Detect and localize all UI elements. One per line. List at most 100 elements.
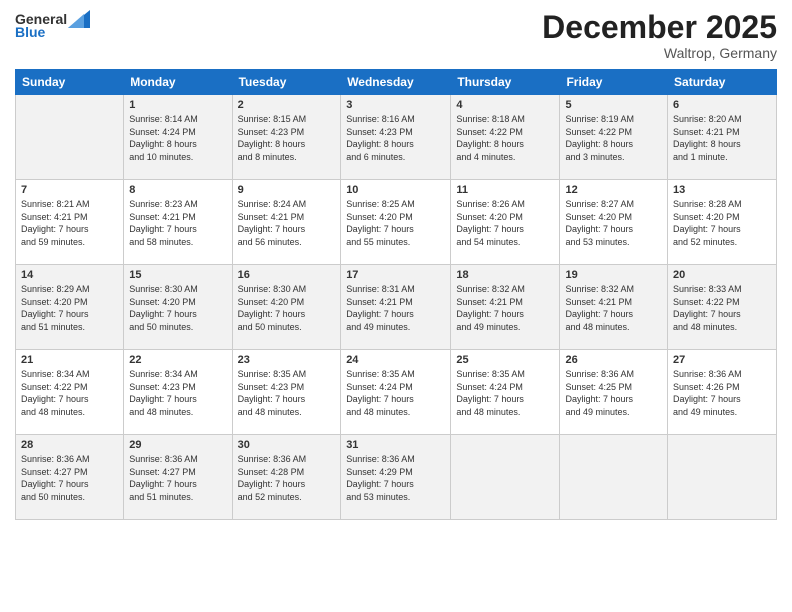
day-info: Sunrise: 8:14 AM Sunset: 4:24 PM Dayligh… <box>129 113 226 163</box>
day-number: 14 <box>21 269 118 281</box>
table-row: 19 Sunrise: 8:32 AM Sunset: 4:21 PM Dayli… <box>560 265 668 350</box>
day-number: 13 <box>673 184 771 196</box>
table-row: 22 Sunrise: 8:34 AM Sunset: 4:23 PM Dayli… <box>124 350 232 435</box>
location: Waltrop, Germany <box>542 45 777 61</box>
day-number: 22 <box>129 354 226 366</box>
day-info: Sunrise: 8:36 AM Sunset: 4:27 PM Dayligh… <box>129 453 226 503</box>
table-row <box>668 435 777 520</box>
day-number: 30 <box>238 439 336 451</box>
day-number: 29 <box>129 439 226 451</box>
table-row: 26 Sunrise: 8:36 AM Sunset: 4:25 PM Dayli… <box>560 350 668 435</box>
table-row: 21Sunrise: 8:34 AM Sunset: 4:22 PM Dayli… <box>16 350 124 435</box>
day-number: 21 <box>21 354 118 366</box>
logo-icon <box>68 10 90 28</box>
table-row: 1 Sunrise: 8:14 AM Sunset: 4:24 PM Daylig… <box>124 95 232 180</box>
day-number: 1 <box>129 99 226 111</box>
day-info: Sunrise: 8:36 AM Sunset: 4:28 PM Dayligh… <box>238 453 336 503</box>
day-info: Sunrise: 8:33 AM Sunset: 4:22 PM Dayligh… <box>673 283 771 333</box>
col-monday: Monday <box>124 70 232 95</box>
table-row: 20 Sunrise: 8:33 AM Sunset: 4:22 PM Dayli… <box>668 265 777 350</box>
day-number: 27 <box>673 354 771 366</box>
table-row: 24 Sunrise: 8:35 AM Sunset: 4:24 PM Dayli… <box>341 350 451 435</box>
day-number: 5 <box>565 99 662 111</box>
table-row <box>560 435 668 520</box>
calendar-week-row: 14 Sunrise: 8:29 AM Sunset: 4:20 PM Dayli… <box>16 265 777 350</box>
table-row: 14 Sunrise: 8:29 AM Sunset: 4:20 PM Dayli… <box>16 265 124 350</box>
day-info: Sunrise: 8:16 AM Sunset: 4:23 PM Dayligh… <box>346 113 445 163</box>
table-row: 27Sunrise: 8:36 AM Sunset: 4:26 PM Dayli… <box>668 350 777 435</box>
day-number: 23 <box>238 354 336 366</box>
day-info: Sunrise: 8:27 AM Sunset: 4:20 PM Dayligh… <box>565 198 662 248</box>
table-row: 2Sunrise: 8:15 AM Sunset: 4:23 PM Daylig… <box>232 95 341 180</box>
day-number: 9 <box>238 184 336 196</box>
day-info: Sunrise: 8:36 AM Sunset: 4:27 PM Dayligh… <box>21 453 118 503</box>
table-row: 12Sunrise: 8:27 AM Sunset: 4:20 PM Dayli… <box>560 180 668 265</box>
day-info: Sunrise: 8:36 AM Sunset: 4:25 PM Dayligh… <box>565 368 662 418</box>
day-number: 19 <box>565 269 662 281</box>
day-number: 11 <box>456 184 554 196</box>
calendar-header-row: Sunday Monday Tuesday Wednesday Thursday… <box>16 70 777 95</box>
header: General Blue December 2025 Waltrop, Germ… <box>15 10 777 61</box>
day-info: Sunrise: 8:34 AM Sunset: 4:23 PM Dayligh… <box>129 368 226 418</box>
day-info: Sunrise: 8:19 AM Sunset: 4:22 PM Dayligh… <box>565 113 662 163</box>
day-info: Sunrise: 8:31 AM Sunset: 4:21 PM Dayligh… <box>346 283 445 333</box>
table-row: 6 Sunrise: 8:20 AM Sunset: 4:21 PM Daylig… <box>668 95 777 180</box>
table-row: 15Sunrise: 8:30 AM Sunset: 4:20 PM Dayli… <box>124 265 232 350</box>
day-info: Sunrise: 8:35 AM Sunset: 4:24 PM Dayligh… <box>346 368 445 418</box>
table-row: 17 Sunrise: 8:31 AM Sunset: 4:21 PM Dayli… <box>341 265 451 350</box>
day-info: Sunrise: 8:18 AM Sunset: 4:22 PM Dayligh… <box>456 113 554 163</box>
table-row: 11 Sunrise: 8:26 AM Sunset: 4:20 PM Dayli… <box>451 180 560 265</box>
day-info: Sunrise: 8:25 AM Sunset: 4:20 PM Dayligh… <box>346 198 445 248</box>
table-row: 3 Sunrise: 8:16 AM Sunset: 4:23 PM Daylig… <box>341 95 451 180</box>
day-number: 31 <box>346 439 445 451</box>
day-number: 20 <box>673 269 771 281</box>
day-number: 26 <box>565 354 662 366</box>
day-info: Sunrise: 8:35 AM Sunset: 4:24 PM Dayligh… <box>456 368 554 418</box>
col-sunday: Sunday <box>16 70 124 95</box>
day-info: Sunrise: 8:32 AM Sunset: 4:21 PM Dayligh… <box>565 283 662 333</box>
day-number: 4 <box>456 99 554 111</box>
col-saturday: Saturday <box>668 70 777 95</box>
day-number: 18 <box>456 269 554 281</box>
table-row: 23 Sunrise: 8:35 AM Sunset: 4:23 PM Dayli… <box>232 350 341 435</box>
day-info: Sunrise: 8:26 AM Sunset: 4:20 PM Dayligh… <box>456 198 554 248</box>
col-tuesday: Tuesday <box>232 70 341 95</box>
day-info: Sunrise: 8:35 AM Sunset: 4:23 PM Dayligh… <box>238 368 336 418</box>
day-info: Sunrise: 8:30 AM Sunset: 4:20 PM Dayligh… <box>129 283 226 333</box>
table-row <box>451 435 560 520</box>
day-info: Sunrise: 8:30 AM Sunset: 4:20 PM Dayligh… <box>238 283 336 333</box>
page: General Blue December 2025 Waltrop, Germ… <box>0 0 792 612</box>
table-row: 16Sunrise: 8:30 AM Sunset: 4:20 PM Dayli… <box>232 265 341 350</box>
day-info: Sunrise: 8:20 AM Sunset: 4:21 PM Dayligh… <box>673 113 771 163</box>
calendar-week-row: 21Sunrise: 8:34 AM Sunset: 4:22 PM Dayli… <box>16 350 777 435</box>
calendar-week-row: 7 Sunrise: 8:21 AM Sunset: 4:21 PM Daylig… <box>16 180 777 265</box>
calendar-week-row: 28 Sunrise: 8:36 AM Sunset: 4:27 PM Dayli… <box>16 435 777 520</box>
day-info: Sunrise: 8:32 AM Sunset: 4:21 PM Dayligh… <box>456 283 554 333</box>
table-row <box>16 95 124 180</box>
table-row: 7 Sunrise: 8:21 AM Sunset: 4:21 PM Daylig… <box>16 180 124 265</box>
table-row: 29 Sunrise: 8:36 AM Sunset: 4:27 PM Dayli… <box>124 435 232 520</box>
day-info: Sunrise: 8:29 AM Sunset: 4:20 PM Dayligh… <box>21 283 118 333</box>
title-block: December 2025 Waltrop, Germany <box>542 10 777 61</box>
col-friday: Friday <box>560 70 668 95</box>
table-row: 18 Sunrise: 8:32 AM Sunset: 4:21 PM Dayli… <box>451 265 560 350</box>
table-row: 5 Sunrise: 8:19 AM Sunset: 4:22 PM Daylig… <box>560 95 668 180</box>
day-number: 17 <box>346 269 445 281</box>
calendar-week-row: 1 Sunrise: 8:14 AM Sunset: 4:24 PM Daylig… <box>16 95 777 180</box>
day-info: Sunrise: 8:21 AM Sunset: 4:21 PM Dayligh… <box>21 198 118 248</box>
table-row: 30 Sunrise: 8:36 AM Sunset: 4:28 PM Dayli… <box>232 435 341 520</box>
table-row: 10Sunrise: 8:25 AM Sunset: 4:20 PM Dayli… <box>341 180 451 265</box>
day-number: 3 <box>346 99 445 111</box>
day-number: 7 <box>21 184 118 196</box>
day-number: 28 <box>21 439 118 451</box>
day-number: 24 <box>346 354 445 366</box>
table-row: 25 Sunrise: 8:35 AM Sunset: 4:24 PM Dayli… <box>451 350 560 435</box>
day-number: 8 <box>129 184 226 196</box>
day-number: 6 <box>673 99 771 111</box>
month-title: December 2025 <box>542 10 777 45</box>
day-info: Sunrise: 8:24 AM Sunset: 4:21 PM Dayligh… <box>238 198 336 248</box>
day-number: 25 <box>456 354 554 366</box>
day-number: 2 <box>238 99 336 111</box>
day-info: Sunrise: 8:23 AM Sunset: 4:21 PM Dayligh… <box>129 198 226 248</box>
logo-blue-text: Blue <box>15 24 45 40</box>
